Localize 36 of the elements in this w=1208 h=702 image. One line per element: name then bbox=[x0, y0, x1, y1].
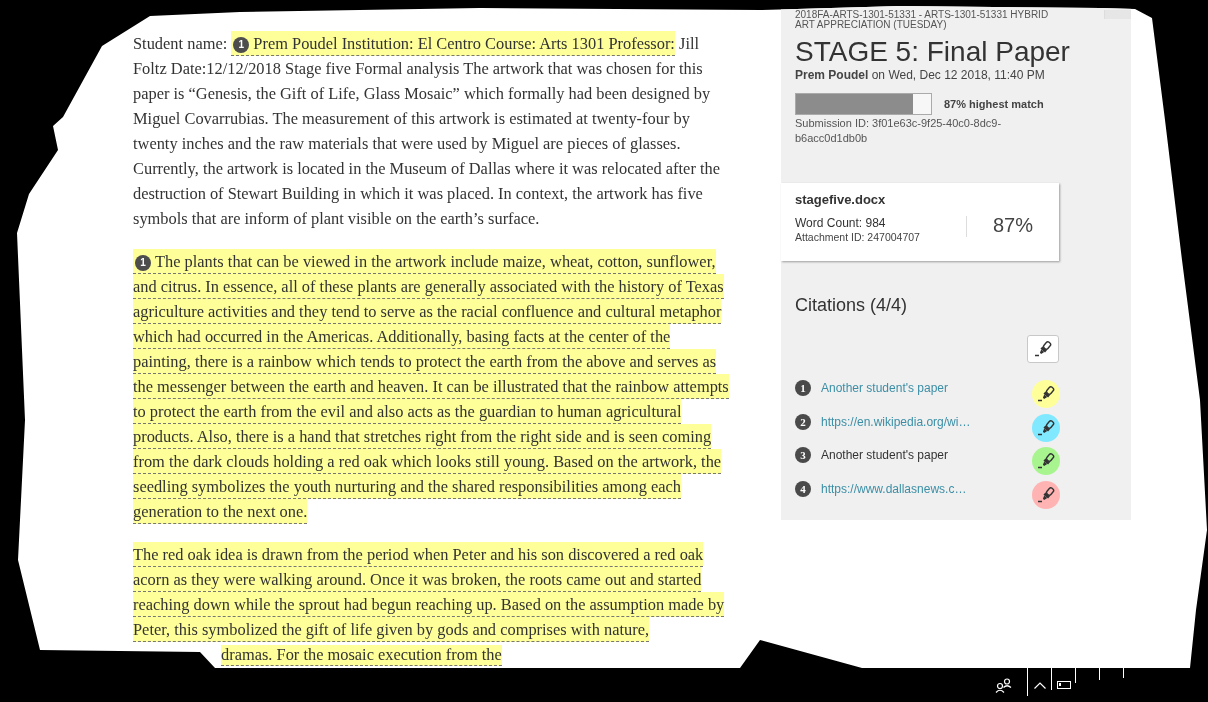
highlight-toggle[interactable] bbox=[1032, 480, 1060, 509]
citation-number: 3 bbox=[795, 447, 811, 463]
match-label: 87% highest match bbox=[944, 98, 1044, 110]
citation-number[interactable]: 1 bbox=[135, 255, 151, 271]
paragraph-text: 1 The plants that can be viewed in the artwork include maize, wheat, cotton, sunflower, and citrus. In essence, all of these plants are generally associated with the history of Texas agriculture activities and they tend to serve as the racial confluence and cultural metaphor which had occurred in the Americas. Additionally, basing facts at the center of the painting, there is a rainbow which tends to protect the earth from the above and serves as the messenger between the earth and heaven. It can be illustrated that the rainbow attempts to protect the earth from the evil and also acts as the guardian to human agricultural products. Also, there is a hand that stretches right from the right side and is seen coming from the dark clouds holding a red oak which looks still young. Based on the artwork, the seedling symbolizes the youth nurturing and the shared responsibilities among each generation to the next one. bbox=[133, 249, 731, 524]
highlight-toggle[interactable] bbox=[1032, 380, 1060, 408]
highlight-toggle[interactable] bbox=[1032, 447, 1060, 475]
highlighter-icon bbox=[1037, 418, 1055, 437]
highlight-all-button[interactable] bbox=[1027, 335, 1059, 363]
citation-number: 2 bbox=[795, 413, 811, 430]
highlight-toggle[interactable] bbox=[1032, 413, 1060, 442]
highlighter-icon bbox=[1037, 452, 1055, 470]
highlighter-icon bbox=[1034, 340, 1052, 358]
highlighted-text: dramas. For the mosaic execution from the bbox=[221, 645, 502, 666]
match-score: 87% bbox=[993, 214, 1033, 236]
citation-number: 1 bbox=[795, 380, 811, 396]
submission-byline: Prem Poudel on Wed, Dec 12 2018, 11:40 PM bbox=[795, 68, 1045, 83]
word-count: Word Count: 984 bbox=[795, 215, 886, 231]
citation-link[interactable]: https://www.dallasnews.c… bbox=[821, 480, 967, 497]
caret-up-icon[interactable] bbox=[1033, 681, 1046, 689]
citation-number: 4 bbox=[795, 480, 811, 497]
citation-link[interactable]: https://en.wikipedia.org/wi… bbox=[821, 413, 971, 430]
attachment-id: Attachment ID: 247004707 bbox=[795, 231, 920, 244]
citation-link[interactable]: Another student's paper bbox=[821, 380, 949, 396]
course-name: 2018FA-ARTS-1301-51331 - ARTS-1301-51331 HYBRID ART APPRECIATION (TUESDAY) bbox=[795, 10, 1050, 30]
paragraph-text: Student name: 1 Prem Poudel Institution: El Centro Course: Arts 1301 Professor: Jill Foltz Date:12/12/2018 Stage five Formal analysis The artwork that was chosen for this paper is “Genesis, the Gift of Life, Glass Mosaic” which formally had been designed by Miguel Covarrubias. The measurement of this artwork is estimated at twenty-four by twenty inches and the raw materials that were used by Miguel are pieces of glasses. Currently, the artwork is located in the Museum of Dallas where it was relocated after the destruction of Stewart Building in which it was placed. In context, the artwork has five symbols that are inform of plant visible on the earth’s surface. bbox=[133, 31, 731, 231]
submission-id: Submission ID: 3f01e63c-9f25-40c0-8dc9-b6acc0d1db0b bbox=[795, 116, 1003, 146]
citation-source: Another student's paper bbox=[821, 447, 949, 463]
people-icon[interactable] bbox=[995, 677, 1012, 693]
window-icon[interactable] bbox=[1057, 681, 1071, 689]
citation-number[interactable]: 1 bbox=[233, 37, 250, 53]
citations-title: Citations (4/4) bbox=[795, 294, 908, 316]
file-name: stagefive.docx bbox=[795, 192, 886, 208]
highlighter-icon bbox=[1037, 385, 1055, 403]
highlighter-icon bbox=[1037, 485, 1055, 504]
assignment-title: STAGE 5: Final Paper bbox=[795, 37, 1070, 67]
